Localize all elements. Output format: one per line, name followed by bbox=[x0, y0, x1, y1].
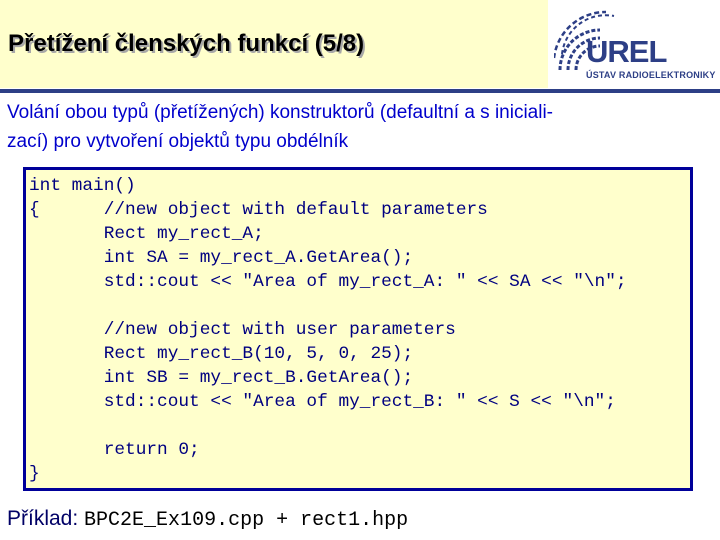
code-line: { //new object with default parameters bbox=[29, 200, 488, 220]
code-line: Rect my_rect_B(10, 5, 0, 25); bbox=[29, 344, 414, 364]
example-file: BPC2E_Ex109.cpp + rect1.hpp bbox=[84, 509, 409, 532]
logo-name: UREL bbox=[586, 34, 667, 69]
intro-text: Volání obou typů (přetížených) konstrukt… bbox=[7, 98, 713, 156]
code-line: return 0; bbox=[29, 440, 200, 460]
code-line: Rect my_rect_A; bbox=[29, 224, 264, 244]
code-line: int SA = my_rect_A.GetArea(); bbox=[29, 248, 414, 268]
code-line: std::cout << "Area of my_rect_A: " << SA… bbox=[29, 272, 627, 292]
intro-line: zací) pro vytvoření objektů typu obdélní… bbox=[7, 131, 349, 152]
example-label: Příklad: bbox=[7, 507, 79, 530]
slide-title: Přetížení členských funkcí (5/8) bbox=[8, 30, 365, 57]
code-line: int SB = my_rect_B.GetArea(); bbox=[29, 368, 414, 388]
code-line: int main() bbox=[29, 176, 136, 196]
example-reference: Příklad: BPC2E_Ex109.cpp + rect1.hpp bbox=[7, 507, 408, 532]
code-line: } bbox=[29, 464, 40, 484]
header-divider bbox=[0, 89, 720, 93]
code-line: //new object with user parameters bbox=[29, 320, 456, 340]
code-line: std::cout << "Area of my_rect_B: " << S … bbox=[29, 392, 616, 412]
urel-logo: UREL ÚSTAV RADIOELEKTRONIKY bbox=[552, 8, 716, 86]
code-block: int main() { //new object with default p… bbox=[23, 167, 693, 491]
title-band: Přetížení členských funkcí (5/8) bbox=[0, 0, 548, 88]
logo-subtitle: ÚSTAV RADIOELEKTRONIKY bbox=[586, 70, 716, 80]
intro-line: Volání obou typů (přetížených) konstrukt… bbox=[7, 102, 554, 123]
code-listing: int main() { //new object with default p… bbox=[29, 174, 627, 486]
